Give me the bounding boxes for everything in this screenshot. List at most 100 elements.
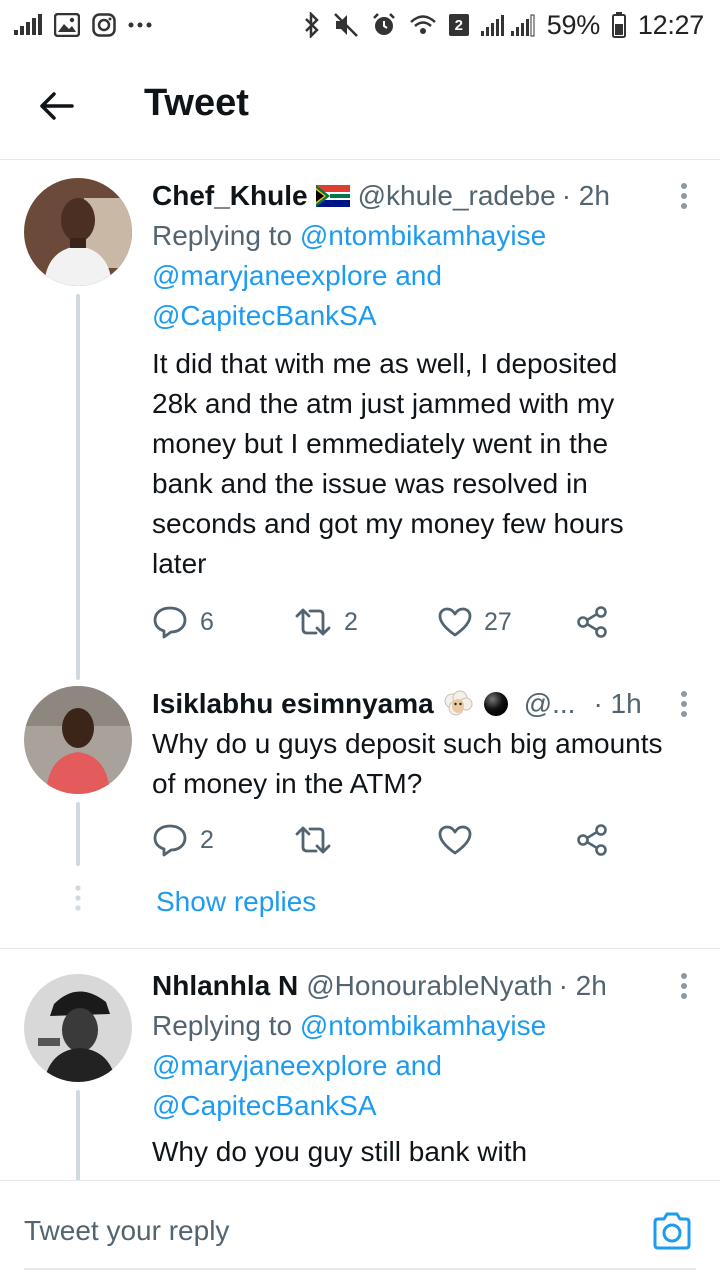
share-icon — [577, 824, 607, 856]
tweet-text-line: of money in the ATM? — [152, 768, 423, 799]
black-circle-emoji-icon — [482, 690, 510, 718]
like-button[interactable] — [438, 818, 472, 862]
reply-icon — [153, 606, 187, 639]
tweet[interactable]: Nhlanhla N @HonourableNyath · 2h Replyin… — [0, 966, 720, 1180]
gallery-icon — [54, 13, 80, 37]
retweet-count: 2 — [344, 607, 358, 636]
tweet-text-line: It did that with me as well, I deposited — [152, 348, 618, 379]
show-replies-link[interactable]: Show replies — [156, 886, 316, 918]
mention-link[interactable]: @CapitecBankSA — [152, 300, 377, 331]
thread-more-dots — [73, 884, 83, 917]
tweet-text-line: 28k and the atm just jammed with my — [152, 388, 615, 419]
tweet[interactable]: Isiklabhu esimnyama @... · 1h Why do u g… — [0, 684, 720, 948]
avatar[interactable] — [24, 178, 132, 286]
mention-link[interactable]: @CapitecBankSA — [152, 1090, 377, 1121]
signal-bars-icon — [14, 14, 42, 36]
more-vertical-icon — [681, 973, 687, 999]
sheep-emoji-icon — [442, 689, 474, 719]
bluetooth-icon — [303, 12, 321, 38]
arrow-left-icon — [40, 92, 74, 120]
more-options-button[interactable] — [662, 966, 706, 1006]
retweet-icon — [295, 608, 331, 636]
sim-badge: 2 — [448, 14, 469, 36]
reply-count: 6 — [200, 607, 214, 636]
tweet-content: Isiklabhu esimnyama @... · 1h Why do u g… — [152, 684, 700, 804]
others-link[interactable]: and — [395, 260, 442, 291]
avatar[interactable] — [24, 686, 132, 794]
tweet-actions: 6 2 27 — [152, 600, 632, 644]
thread-line — [76, 802, 80, 866]
author-handle[interactable]: @khule_radebe — [358, 180, 556, 212]
mute-icon — [333, 12, 359, 38]
tweet-header: Isiklabhu esimnyama @... · 1h — [152, 684, 700, 724]
thread-line — [76, 294, 80, 680]
tweet-text-line: later — [152, 548, 207, 579]
more-options-button[interactable] — [662, 176, 706, 216]
tweet-text-line: bank and the issue was resolved in — [152, 468, 588, 499]
retweet-button[interactable]: 2 — [294, 600, 358, 644]
tweet-header: Chef_Khule @khule_radebe · 2h — [152, 176, 700, 216]
thread-line — [76, 1090, 80, 1180]
mention-link[interactable]: @maryjaneexplore — [152, 260, 387, 291]
tweet-time: · 2h — [561, 180, 610, 211]
bottom-divider — [24, 1268, 696, 1270]
clock: 12:27 — [637, 9, 704, 40]
tweet[interactable]: Chef_Khule @khule_radebe · 2h Replying t… — [0, 160, 720, 688]
author-name[interactable]: Nhlanhla N — [152, 970, 298, 1002]
tweet-text: It did that with me as well, I deposited… — [152, 344, 700, 584]
thread-dots-icon — [75, 885, 81, 911]
battery-icon — [611, 12, 626, 38]
replying-prefix: Replying to — [152, 1010, 293, 1041]
signal-icon — [480, 13, 535, 37]
heart-icon — [438, 825, 472, 855]
tweet-text-line: money but I emmediately went in the — [152, 428, 609, 459]
camera-icon — [653, 1212, 691, 1250]
tweet-text-line: Why do u guys deposit such big amounts — [152, 728, 663, 759]
author-handle[interactable]: @HonourableNyath — [306, 970, 552, 1002]
author-name[interactable]: Chef_Khule — [152, 180, 308, 212]
share-button[interactable] — [576, 818, 608, 862]
battery-percent: 59% — [546, 9, 600, 40]
tweet-text-line: Why do you guy still bank with — [152, 1136, 528, 1167]
reply-button[interactable]: 2 — [152, 818, 214, 862]
more-dots-icon — [128, 22, 152, 28]
mention-link[interactable]: @ntombikamhayise — [300, 220, 546, 251]
instagram-icon — [92, 13, 116, 37]
others-link[interactable]: and — [395, 1050, 442, 1081]
wifi-icon — [409, 13, 437, 37]
retweet-button[interactable] — [294, 818, 332, 862]
reply-count: 2 — [200, 825, 214, 854]
tweet-text: Why do u guys deposit such big amounts o… — [152, 724, 700, 804]
mention-link[interactable]: @ntombikamhayise — [300, 1010, 546, 1041]
camera-button[interactable] — [650, 1209, 694, 1253]
author-name[interactable]: Isiklabhu esimnyama — [152, 688, 434, 720]
replying-prefix: Replying to — [152, 220, 293, 251]
more-vertical-icon — [681, 183, 687, 209]
author-handle[interactable]: @... — [524, 688, 576, 720]
like-button[interactable]: 27 — [438, 600, 512, 644]
more-options-button[interactable] — [662, 684, 706, 724]
heart-icon — [438, 607, 472, 637]
app-header: Tweet — [0, 50, 720, 160]
replying-to: Replying to @ntombikamhayise @maryjaneex… — [152, 216, 700, 336]
tweet-content: Nhlanhla N @HonourableNyath · 2h Replyin… — [152, 966, 700, 1172]
retweet-icon — [295, 826, 331, 854]
tweet-time: · 2h — [558, 970, 607, 1001]
reply-composer — [0, 1180, 720, 1280]
replying-to: Replying to @ntombikamhayise @maryjaneex… — [152, 1006, 700, 1126]
reply-button[interactable]: 6 — [152, 600, 214, 644]
page-title: Tweet — [144, 82, 249, 124]
reply-icon — [153, 824, 187, 857]
share-button[interactable] — [576, 600, 608, 644]
share-icon — [577, 606, 607, 638]
status-left-icons — [14, 13, 152, 37]
mention-link[interactable]: @maryjaneexplore — [152, 1050, 387, 1081]
south-africa-flag-icon — [315, 185, 350, 207]
divider — [0, 948, 720, 949]
avatar[interactable] — [24, 974, 132, 1082]
tweet-actions: 2 — [152, 818, 632, 862]
back-button[interactable] — [34, 84, 78, 128]
tweet-text-line: seconds and got my money few hours — [152, 508, 624, 539]
reply-input[interactable] — [24, 1209, 624, 1253]
tweet-time: · 1h — [593, 688, 642, 719]
